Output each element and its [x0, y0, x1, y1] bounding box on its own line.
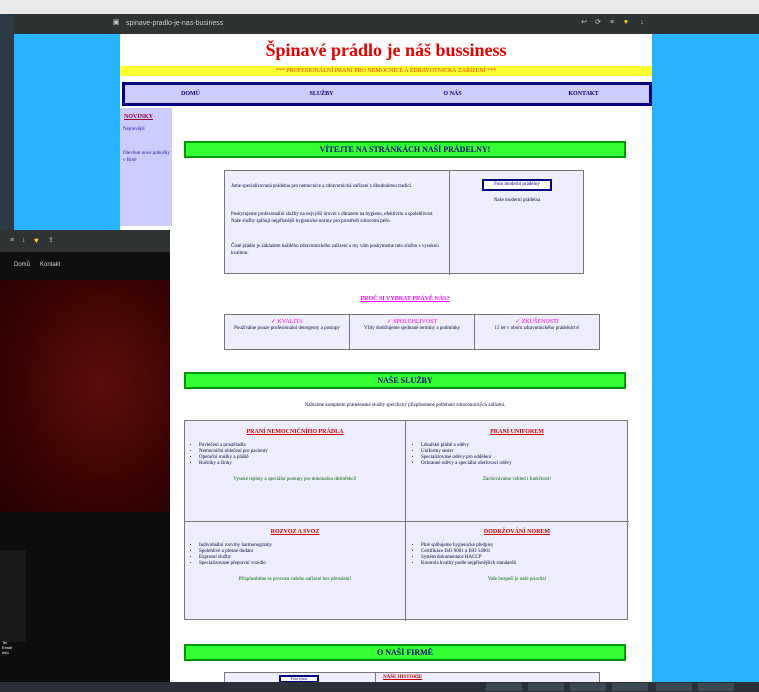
front-menu-icon[interactable]: ≡	[10, 237, 14, 244]
nav-home[interactable]: DOMŮ	[125, 85, 256, 103]
nav-contact[interactable]: KONTAKT	[518, 85, 649, 103]
why-experience: ✓ ZKUŠENOSTI 15 let v oboru zdravotnické…	[475, 315, 599, 349]
service-title: PRANÍ UNIFOREM	[490, 429, 544, 435]
why-reliability: ✓ SPOLEHLIVOST Vždy dodržujeme sjednané …	[350, 315, 475, 349]
service-note: Přizpůsobíme se provozu vašeho zařízení …	[238, 577, 352, 582]
taskbar-item[interactable]	[612, 683, 648, 691]
services-intro: Nabízíme kompletní prádelenské služby sp…	[304, 403, 506, 408]
site-navigation: DOMŮ SLUŽBY O NÁS KONTAKT	[122, 82, 652, 106]
list-item: Ručníky a žínky	[199, 461, 401, 467]
why-heading: PROČ SI VYBRAT PRÁVĚ NÁS?	[360, 296, 450, 302]
services-heading: NAŠE SLUŽBY	[184, 372, 626, 389]
front-share-icon[interactable]: ⇪	[48, 236, 54, 244]
nav-about[interactable]: O NÁS	[387, 85, 518, 103]
service-note: Vysoké teploty a speciální postupy pro d…	[233, 477, 357, 482]
heart-icon[interactable]: ♥	[622, 19, 630, 27]
services-divider-horizontal	[185, 521, 629, 522]
tabs-icon[interactable]: ▣	[112, 19, 120, 27]
sidebar-news-link[interactable]: Otevření nové pobočky v Brně	[123, 150, 171, 164]
front-hero-image	[0, 280, 170, 512]
welcome-photo-caption: Naše moderní prádelna	[493, 198, 541, 203]
browser-titlebar: ▣ spinave-pradlo-je-nas-business ↩ ⟳ ≡ ♥…	[14, 14, 759, 34]
front-mini-line: Info	[2, 650, 9, 655]
front-inner-panel	[0, 550, 26, 642]
why-experience-text: 15 let v oboru zdravotnického prádelnict…	[494, 326, 580, 331]
front-download-icon[interactable]: ↓	[22, 237, 26, 244]
menu-icon[interactable]: ≡	[608, 19, 616, 27]
sidebar-heading[interactable]: NOVINKY	[124, 114, 153, 120]
about-panel: Foto týmu NAŠE HISTORIE	[224, 672, 600, 683]
welcome-paragraph-1: Jsme specializovaná prádelna pro nemocni…	[231, 184, 413, 189]
welcome-divider	[449, 171, 450, 275]
why-quality-title: ✓ KVALITA	[271, 319, 303, 325]
reload-icon[interactable]: ⟳	[594, 19, 602, 27]
website: Špinavé prádlo je náš bussiness *** PROF…	[120, 34, 652, 683]
service-title: PRANÍ NEMOCNIČNÍHO PRÁDLA	[246, 429, 344, 435]
site-subtitle-bar: *** PROFESIONÁLNÍ PRANÍ PRO NEMOCNICE A …	[120, 66, 652, 76]
browser-window-front: ≡ ↓ ♥ ⇪ Domů Kontakt Tel Email Info	[0, 230, 170, 692]
services-grid: PRANÍ NEMOCNIČNÍHO PRÁDLA Povlečení a pr…	[184, 420, 629, 621]
front-navigation: Domů Kontakt	[0, 252, 170, 280]
taskbar-item[interactable]	[528, 683, 564, 691]
why-experience-title: ✓ ZKUŠENOSTI	[515, 319, 559, 325]
site-title: Špinavé prádlo je náš bussiness	[265, 40, 507, 60]
service-box-uniforms: PRANÍ UNIFOREM Lékařské pláště a oděvy U…	[411, 429, 623, 482]
why-reliability-title: ✓ SPOLEHLIVOST	[386, 319, 438, 325]
service-box-hospital-laundry: PRANÍ NEMOCNIČNÍHO PRÁDLA Povlečení a pr…	[189, 429, 401, 482]
site-header: Špinavé prádlo je náš bussiness *** PROF…	[120, 34, 652, 81]
service-note: Zachováváme vzhled i funkčnost!	[483, 477, 551, 482]
list-item: Ochranné oděvy a speciální ošetřovací od…	[421, 461, 623, 467]
front-heart-icon[interactable]: ♥	[34, 236, 39, 245]
nav-services[interactable]: SLUŽBY	[256, 85, 387, 103]
service-title: ROZVOZ A SVOZ	[270, 529, 320, 535]
service-note: Vaše bezpečí je naše priorita!	[487, 577, 547, 582]
desktop-top-strip	[0, 0, 759, 14]
service-box-delivery: ROZVOZ A SVOZ Individuální rozvrhy harmo…	[189, 529, 401, 582]
why-panel: ✓ KVALITA Používáme pouze profesionální …	[224, 314, 600, 350]
back-arrow-icon[interactable]: ↩	[580, 19, 588, 27]
taskbar-item[interactable]	[698, 683, 734, 691]
service-title: DODRŽOVÁNÍ NOREM	[483, 529, 551, 535]
welcome-panel: Jsme specializovaná prádelna pro nemocni…	[224, 170, 584, 275]
front-nav-home[interactable]: Domů	[14, 262, 30, 268]
download-icon[interactable]: ↓	[638, 19, 646, 27]
welcome-heading: VÍTEJTE NA STRÁNKÁCH NAŠÍ PRÁDELNY!	[184, 141, 626, 158]
taskbar-item[interactable]	[570, 683, 606, 691]
why-quality: ✓ KVALITA Používáme pouze profesionální …	[225, 315, 350, 349]
about-heading: O NAŠÍ FIRMĚ	[184, 644, 626, 661]
sidebar-text: Nejnovější	[123, 127, 145, 132]
sidebar: NOVINKY Nejnovější Otevření nové pobočky…	[120, 108, 172, 226]
welcome-photo-placeholder: Foto moderní prádelny	[482, 179, 552, 191]
front-nav-contact[interactable]: Kontakt	[40, 262, 60, 268]
why-reliability-text: Vždy dodržujeme sjednané termíny a podmí…	[363, 326, 461, 331]
list-item: Specializované přepravní vozidlo	[199, 561, 401, 567]
taskbar-item[interactable]	[656, 683, 692, 691]
front-titlebar: ≡ ↓ ♥ ⇪	[0, 230, 170, 252]
taskbar-item[interactable]	[486, 683, 522, 691]
why-quality-text: Používáme pouze profesionální detergenty…	[234, 326, 340, 331]
front-mini-text: Tel Email Info	[2, 640, 12, 655]
about-history-title: NAŠE HISTORIE	[383, 675, 423, 680]
address-bar[interactable]: spinave-pradlo-je-nas-business	[126, 20, 223, 27]
list-item: Kontrola kvality podle nejpřísnějších st…	[421, 561, 623, 567]
welcome-paragraph-2: Poskytujeme profesionální služby na nejv…	[231, 212, 434, 224]
welcome-paragraph-3: Čisté prádlo je základem každého zdravot…	[231, 244, 439, 256]
service-box-standards: DODRŽOVÁNÍ NOREM Plně splňujeme hygienic…	[411, 529, 623, 582]
